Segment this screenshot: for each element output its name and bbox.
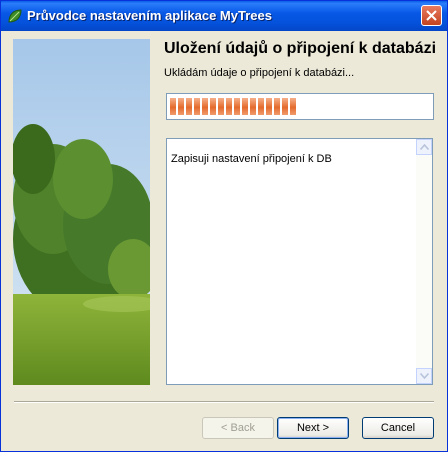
page-title: Uložení údajů o připojení k databázi bbox=[164, 40, 437, 57]
next-button[interactable]: Next > bbox=[277, 417, 349, 439]
progress-segment bbox=[234, 98, 240, 115]
log-textarea[interactable]: Zapisuji nastavení připojení k DB bbox=[166, 138, 433, 385]
progress-fill bbox=[170, 98, 296, 115]
progress-segment bbox=[258, 98, 264, 115]
progress-segment bbox=[274, 98, 280, 115]
scroll-up-button[interactable] bbox=[416, 139, 432, 155]
scroll-down-button[interactable] bbox=[416, 368, 432, 384]
button-divider bbox=[14, 401, 434, 403]
close-button[interactable] bbox=[421, 5, 442, 26]
close-icon bbox=[426, 10, 437, 21]
leaf-icon bbox=[7, 8, 23, 24]
progress-segment bbox=[290, 98, 296, 115]
progress-segment bbox=[282, 98, 288, 115]
progress-segment bbox=[170, 98, 176, 115]
page-subtitle: Ukládám údaje o připojení k databázi... bbox=[164, 67, 355, 79]
cancel-button[interactable]: Cancel bbox=[362, 417, 434, 439]
progress-segment bbox=[250, 98, 256, 115]
progress-segment bbox=[178, 98, 184, 115]
chevron-up-icon bbox=[420, 144, 429, 150]
window-title: Průvodce nastavením aplikace MyTrees bbox=[27, 8, 272, 23]
wizard-window: Průvodce nastavením aplikace MyTrees Ulo… bbox=[0, 0, 448, 452]
progress-segment bbox=[194, 98, 200, 115]
progress-segment bbox=[266, 98, 272, 115]
title-bar[interactable]: Průvodce nastavením aplikace MyTrees bbox=[1, 1, 447, 31]
progress-segment bbox=[202, 98, 208, 115]
progress-segment bbox=[242, 98, 248, 115]
progress-segment bbox=[226, 98, 232, 115]
back-button[interactable]: < Back bbox=[202, 417, 274, 439]
log-line: Zapisuji nastavení připojení k DB bbox=[171, 153, 332, 165]
chevron-down-icon bbox=[420, 373, 429, 379]
vertical-scrollbar[interactable] bbox=[416, 139, 432, 384]
progress-bar bbox=[166, 93, 434, 120]
progress-segment bbox=[218, 98, 224, 115]
progress-segment bbox=[186, 98, 192, 115]
wizard-side-image bbox=[13, 39, 150, 385]
progress-segment bbox=[210, 98, 216, 115]
